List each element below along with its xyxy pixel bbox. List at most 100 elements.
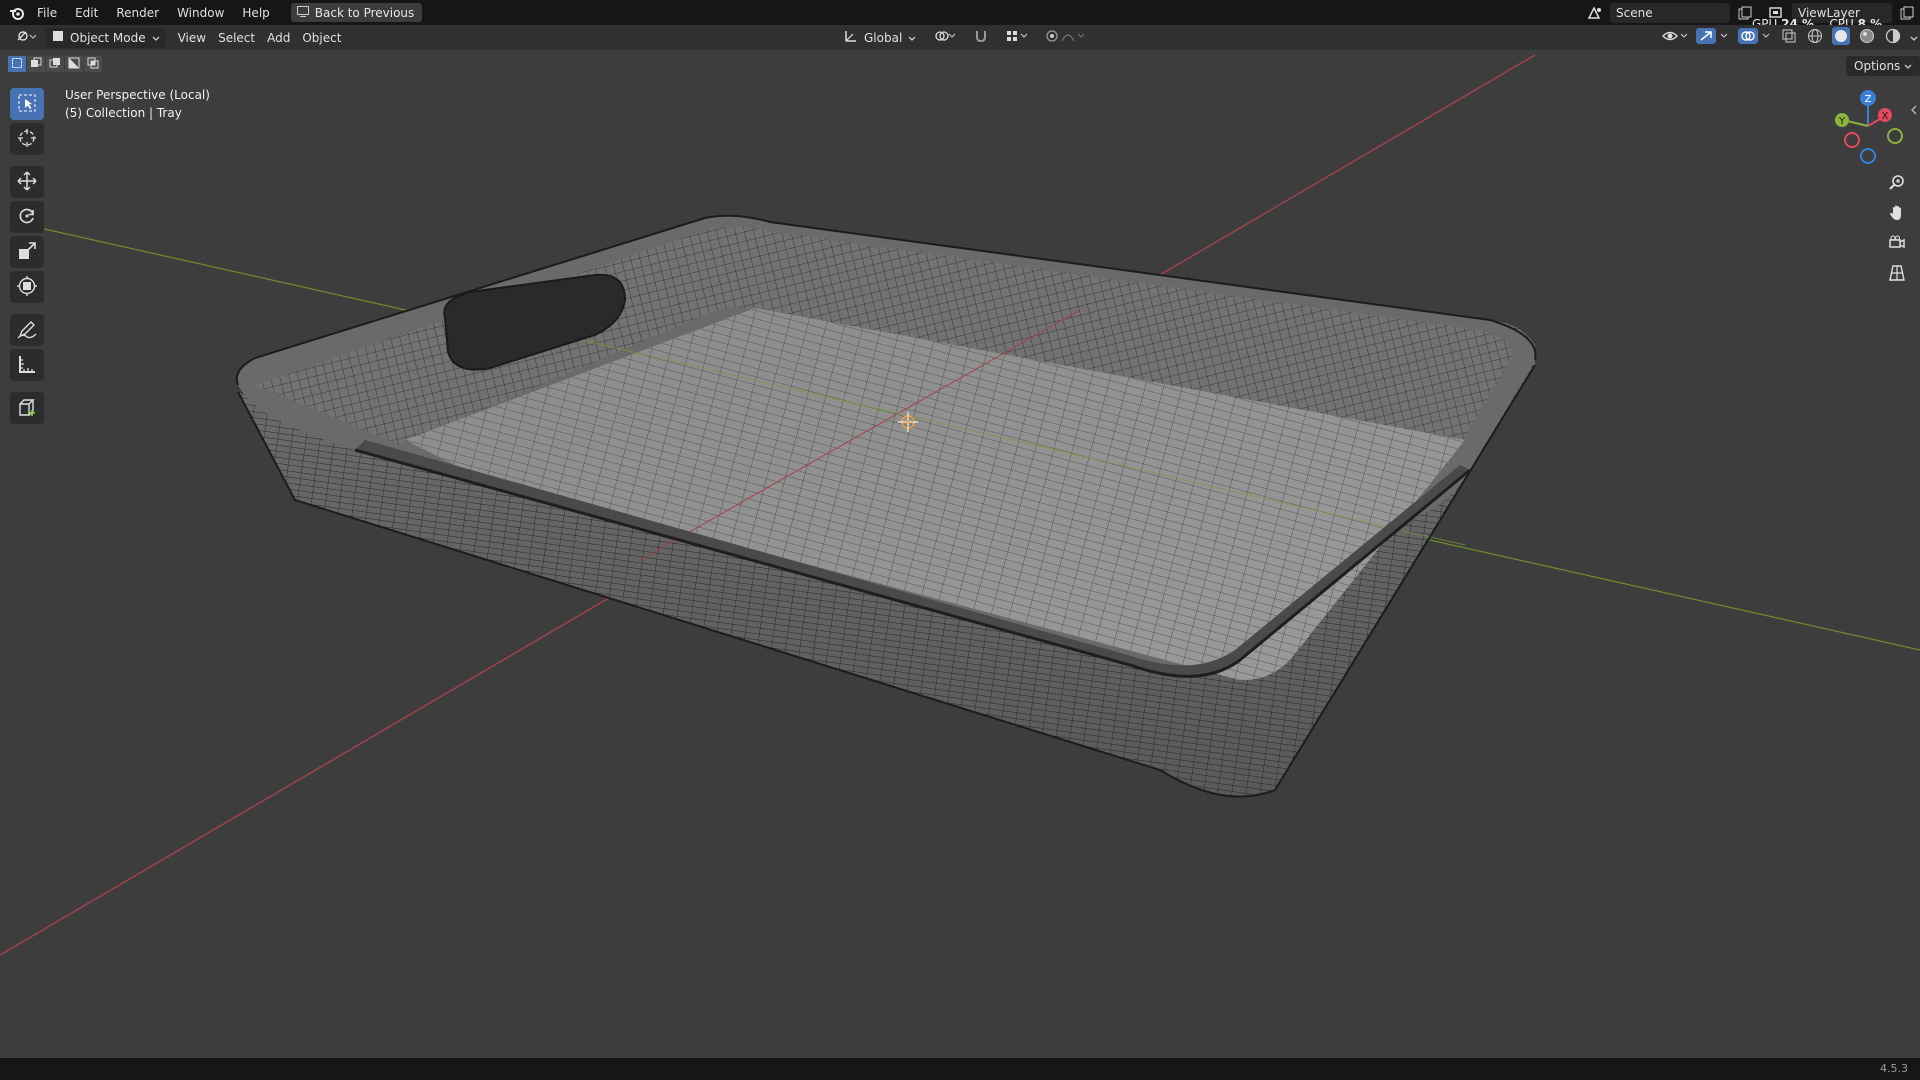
select-invert-icon [68, 57, 80, 72]
viewport-3d[interactable]: Z X Y [0, 0, 1920, 1080]
viewport-nav-buttons [1883, 170, 1911, 290]
object-mode-dropdown[interactable]: Object Mode [46, 27, 166, 48]
select-extend-button[interactable] [27, 56, 45, 72]
select-subtract-button[interactable] [46, 56, 64, 72]
select-subtract-icon [49, 57, 61, 72]
tool-shelf [10, 88, 46, 427]
blender-logo-icon[interactable] [6, 2, 28, 24]
camera-icon [1888, 234, 1906, 255]
menu-render[interactable]: Render [107, 3, 168, 23]
menu-window[interactable]: Window [168, 3, 233, 23]
menu-help[interactable]: Help [233, 3, 278, 23]
chevron-down-icon [152, 31, 160, 45]
menu-add[interactable]: Add [261, 28, 296, 48]
selection-mode-group [8, 56, 102, 72]
tool-measure[interactable] [10, 349, 44, 381]
shading-wireframe-button[interactable] [1804, 28, 1826, 48]
new-view-layer-icon[interactable] [1896, 3, 1918, 23]
gizmo-z-label: Z [1865, 94, 1872, 105]
gizmo-icon [1696, 28, 1730, 47]
menu-view[interactable]: View [172, 28, 212, 48]
tray-mesh[interactable] [235, 214, 1537, 798]
xray-icon [1782, 29, 1796, 46]
camera-view-button[interactable] [1883, 230, 1911, 258]
scene-icon[interactable] [1584, 3, 1606, 23]
snap-target-dropdown[interactable] [1000, 28, 1034, 48]
wireframe-sphere-icon [1807, 28, 1823, 47]
tool-cursor[interactable] [10, 123, 44, 155]
chevron-down-icon [1910, 31, 1918, 45]
perspective-label: User Perspective (Local) [65, 88, 210, 102]
object-mode-label: Object Mode [70, 30, 146, 45]
tool-scale[interactable] [10, 236, 44, 268]
proportional-editing-toggle[interactable] [1040, 28, 1092, 48]
annotate-pencil-icon [17, 319, 37, 342]
editor-type-icon [16, 29, 37, 46]
visibility-dropdown[interactable] [1660, 28, 1690, 48]
options-label: Options [1854, 59, 1901, 73]
rotate-icon [17, 206, 37, 229]
version-label: 4.5.3 [1880, 1062, 1908, 1075]
collection-label: (5) Collection | Tray [65, 106, 182, 120]
chevron-down-icon [1904, 59, 1912, 73]
select-box-icon [17, 93, 37, 116]
material-sphere-icon [1859, 28, 1875, 47]
back-to-previous-button[interactable]: Back to Previous [290, 3, 423, 22]
zoom-magnifier-icon [1888, 174, 1906, 195]
tool-add-cube[interactable] [10, 392, 44, 424]
shading-options-dropdown[interactable] [1908, 28, 1920, 48]
gizmo-toggle[interactable] [1694, 28, 1732, 48]
menu-file[interactable]: File [28, 3, 66, 23]
overlays-toggle[interactable] [1736, 28, 1774, 48]
snap-toggle[interactable] [968, 28, 994, 48]
grid-perspective-icon [1888, 264, 1906, 285]
shading-solid-button[interactable] [1830, 27, 1852, 48]
screen-icon [296, 5, 309, 20]
select-intersect-icon [87, 57, 99, 72]
pivot-icon [934, 29, 956, 46]
viewport-display-tools [1660, 27, 1920, 48]
menu-object[interactable]: Object [296, 28, 347, 48]
editor-type-button[interactable] [10, 28, 42, 48]
navigation-gizmo[interactable]: Z X Y [1833, 90, 1903, 164]
transform-icon [17, 275, 37, 299]
transform-orientation-dropdown[interactable]: Global [838, 28, 922, 48]
tool-annotate[interactable] [10, 314, 44, 346]
select-extend-icon [30, 57, 42, 72]
rendered-sphere-icon [1885, 28, 1901, 47]
xray-toggle[interactable] [1778, 28, 1800, 48]
options-dropdown[interactable]: Options [1846, 56, 1920, 76]
menu-select[interactable]: Select [212, 28, 261, 48]
transform-tools: Global [838, 27, 1092, 48]
chevron-left-icon [1910, 104, 1918, 118]
tool-transform[interactable] [10, 271, 44, 303]
ortho-toggle-button[interactable] [1883, 260, 1911, 288]
select-new-icon [11, 57, 23, 72]
select-intersect-button[interactable] [84, 56, 102, 72]
select-new-button[interactable] [8, 56, 26, 72]
zoom-button[interactable] [1883, 170, 1911, 198]
scene-name-field[interactable]: Scene [1610, 2, 1730, 23]
tool-select-box[interactable] [10, 88, 44, 120]
viewport-info: User Perspective (Local) (5) Collection … [65, 86, 210, 122]
orientation-label: Global [864, 30, 903, 45]
add-cube-icon [17, 397, 37, 420]
gizmo-x-label: X [1882, 111, 1889, 122]
select-invert-button[interactable] [65, 56, 83, 72]
measure-ruler-icon [17, 354, 37, 377]
sidebar-toggle[interactable] [1910, 104, 1918, 118]
orientation-icon [844, 29, 858, 46]
shading-material-button[interactable] [1856, 28, 1878, 48]
gizmo-y-label: Y [1838, 116, 1846, 127]
menu-edit[interactable]: Edit [66, 3, 107, 23]
shading-rendered-button[interactable] [1882, 28, 1904, 48]
solid-sphere-icon [1832, 27, 1850, 48]
tool-move[interactable] [10, 166, 44, 198]
pan-button[interactable] [1883, 200, 1911, 228]
pivot-point-dropdown[interactable] [928, 28, 962, 48]
tool-rotate[interactable] [10, 201, 44, 233]
chevron-down-icon [908, 31, 916, 45]
overlays-icon [1738, 28, 1772, 47]
proportional-icon [1046, 29, 1086, 46]
cursor-icon [17, 128, 37, 151]
